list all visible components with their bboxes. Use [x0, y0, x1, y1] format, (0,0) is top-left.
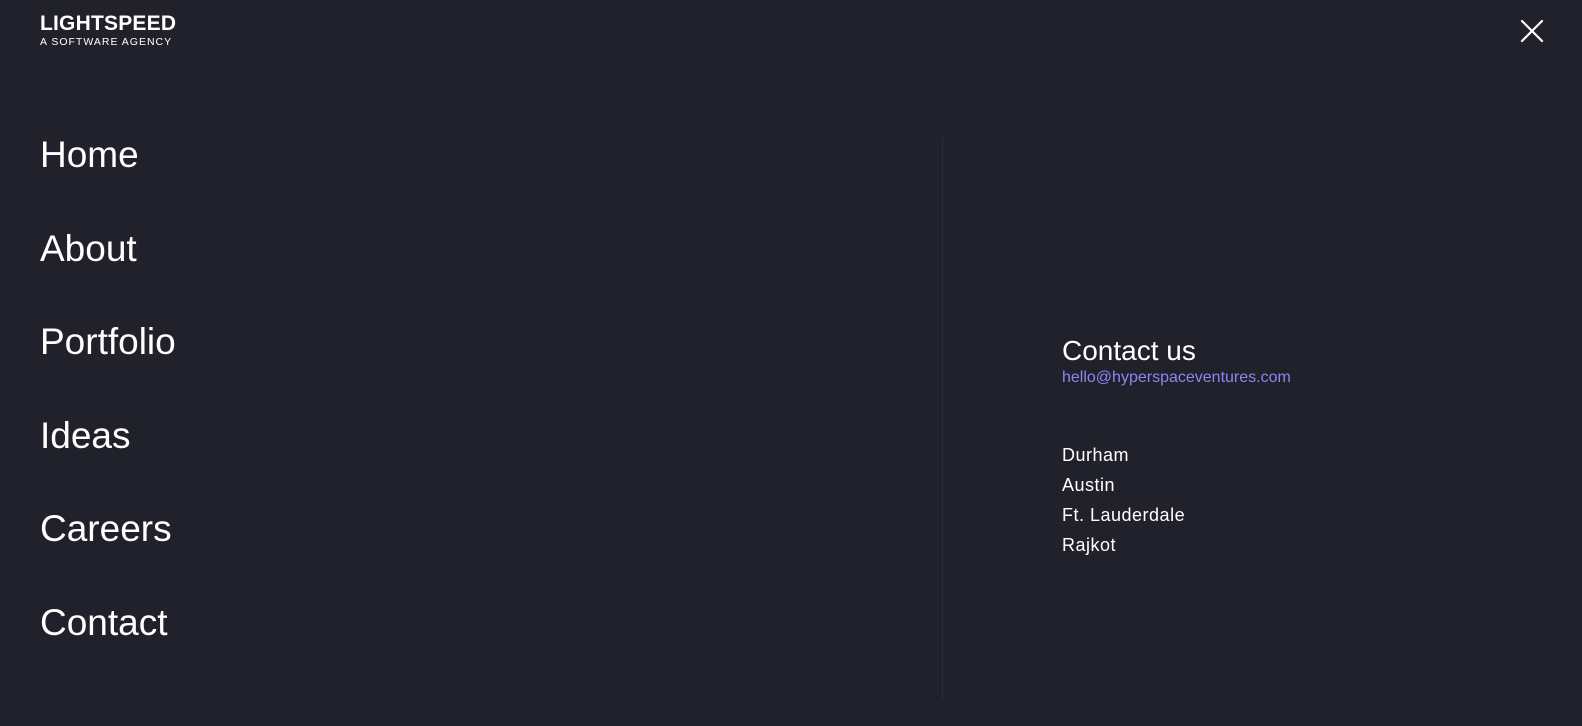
menu-overlay: LIGHTSPEED A SOFTWARE AGENCY Home About …	[0, 0, 1582, 726]
nav-item-ideas[interactable]: Ideas	[40, 411, 176, 505]
nav-item-portfolio[interactable]: Portfolio	[40, 317, 176, 411]
location-item: Austin	[1062, 475, 1116, 495]
location-item: Durham	[1062, 445, 1130, 465]
logo-tagline: A SOFTWARE AGENCY	[40, 36, 173, 48]
nav-item-home[interactable]: Home	[40, 130, 176, 224]
contact-email-link[interactable]: hello@hyperspaceventures.com	[1062, 368, 1291, 388]
nav-item-about[interactable]: About	[40, 224, 176, 318]
contact-heading: Contact us	[1062, 335, 1196, 366]
logo[interactable]: LIGHTSPEED A SOFTWARE AGENCY	[40, 13, 176, 48]
locations-list: Durham Austin Ft. Lauderdale Rajkot	[1062, 440, 1185, 560]
location-item: Rajkot	[1062, 535, 1117, 555]
close-button[interactable]	[1519, 18, 1545, 44]
close-icon	[1520, 19, 1544, 43]
vertical-divider	[942, 137, 943, 700]
logo-name: LIGHTSPEED	[40, 12, 177, 35]
location-item: Ft. Lauderdale	[1062, 505, 1186, 525]
main-nav: Home About Portfolio Ideas Careers Conta…	[40, 130, 176, 691]
nav-item-careers[interactable]: Careers	[40, 504, 176, 598]
nav-item-contact[interactable]: Contact	[40, 598, 176, 692]
contact-section: Contact us hello@hyperspaceventures.com	[1062, 334, 1291, 388]
